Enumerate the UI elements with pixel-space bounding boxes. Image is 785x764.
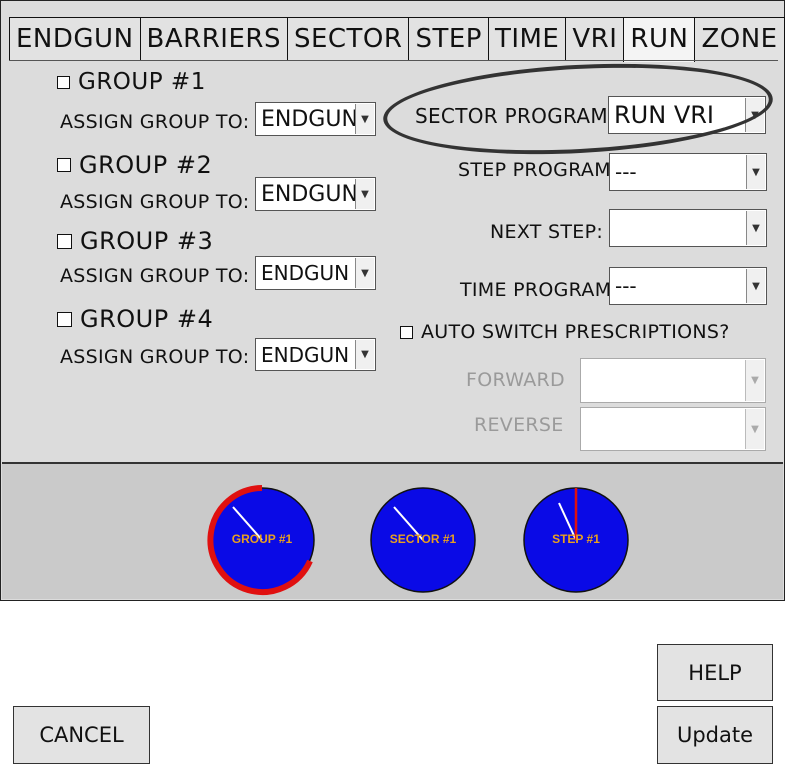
tab-zone[interactable]: ZONE	[694, 17, 785, 60]
tab-endgun[interactable]: ENDGUN	[9, 17, 141, 60]
sector-program-label: SECTOR PROGRAM:	[415, 104, 615, 128]
reverse-label: REVERSE	[474, 414, 564, 436]
run-settings-panel: ENDGUN BARRIERS SECTOR STEP TIME VRI RUN…	[0, 0, 785, 764]
tab-time[interactable]: TIME	[487, 17, 567, 60]
sector-program-value: RUN VRI	[614, 101, 714, 129]
time-program-value: ---	[615, 274, 637, 298]
group-3-assign-value: ENDGUN	[261, 261, 350, 285]
update-button[interactable]: Update	[657, 706, 773, 764]
group-4-checkbox[interactable]: GROUP #4	[57, 305, 213, 333]
tab-sector[interactable]: SECTOR	[286, 17, 410, 60]
reverse-select[interactable]: ▼	[580, 407, 766, 451]
checkbox-box	[57, 233, 72, 249]
next-step-label: NEXT STEP:	[490, 221, 604, 243]
forward-select[interactable]: ▼	[580, 358, 766, 403]
next-step-select[interactable]: ▼	[609, 209, 767, 247]
checkbox-box	[57, 311, 72, 327]
group-3-checkbox[interactable]: GROUP #3	[57, 227, 213, 255]
group-2-checkbox[interactable]: GROUP #2	[57, 151, 212, 179]
step-program-label: STEP PROGRAM:	[458, 159, 618, 181]
chevron-down-icon[interactable]: ▼	[746, 155, 765, 189]
chevron-down-icon[interactable]: ▼	[745, 409, 764, 449]
tab-bar: ENDGUN BARRIERS SECTOR STEP TIME VRI RUN…	[9, 17, 785, 62]
group-1-assign-value: ENDGUN	[261, 106, 358, 132]
chevron-down-icon[interactable]: ▼	[745, 98, 764, 132]
tab-vri[interactable]: VRI	[565, 17, 625, 60]
help-button[interactable]: HELP	[657, 644, 773, 701]
chevron-down-icon[interactable]: ▼	[745, 360, 764, 401]
group-3-assign-label: ASSIGN GROUP TO:	[60, 265, 250, 287]
group-2-assign-label: ASSIGN GROUP TO:	[60, 191, 250, 213]
group-1-assign-select[interactable]: ENDGUN ▼	[255, 102, 376, 136]
group-3-label: GROUP #3	[80, 227, 214, 255]
step-gauge[interactable]: STEP #1	[517, 481, 635, 599]
sector-gauge[interactable]: SECTOR #1	[364, 481, 482, 599]
group-4-assign-label: ASSIGN GROUP TO:	[60, 346, 250, 368]
chevron-down-icon[interactable]: ▼	[746, 211, 765, 245]
checkbox-box	[57, 158, 71, 172]
group-3-assign-select[interactable]: ENDGUN ▼	[255, 256, 376, 290]
checkbox-box	[57, 75, 70, 89]
sector-program-select[interactable]: RUN VRI ▼	[608, 96, 766, 134]
time-program-select[interactable]: --- ▼	[609, 267, 767, 305]
step-program-select[interactable]: --- ▼	[609, 153, 767, 191]
chevron-down-icon[interactable]: ▼	[355, 340, 374, 369]
group-4-label: GROUP #4	[80, 305, 214, 333]
group-4-assign-select[interactable]: ENDGUN ▼	[255, 338, 376, 371]
group-1-assign-label: ASSIGN GROUP TO:	[60, 111, 250, 133]
group-gauge-label: GROUP #1	[232, 532, 293, 546]
group-2-assign-value: ENDGUN	[261, 181, 358, 207]
group-gauge[interactable]: GROUP #1	[203, 481, 321, 599]
tab-barriers[interactable]: BARRIERS	[139, 17, 288, 60]
bottom-bar: CANCEL GROUP #1 SECTOR #1 STEP #1 HELP U…	[2, 462, 783, 764]
time-program-label: TIME PROGRAM:	[460, 279, 619, 301]
tab-divider	[9, 60, 778, 61]
checkbox-box	[400, 325, 413, 339]
cancel-button[interactable]: CANCEL	[13, 706, 150, 764]
group-4-assign-value: ENDGUN	[261, 342, 350, 367]
chevron-down-icon[interactable]: ▼	[355, 179, 374, 209]
auto-switch-checkbox[interactable]: AUTO SWITCH PRESCRIPTIONS?	[400, 321, 730, 343]
chevron-down-icon[interactable]: ▼	[746, 269, 765, 303]
chevron-down-icon[interactable]: ▼	[355, 258, 374, 288]
group-1-checkbox[interactable]: GROUP #1	[57, 69, 206, 95]
step-gauge-label: STEP #1	[552, 532, 600, 546]
step-program-value: ---	[615, 160, 637, 184]
chevron-down-icon[interactable]: ▼	[355, 104, 374, 134]
tab-run[interactable]: RUN	[623, 17, 696, 62]
sector-gauge-label: SECTOR #1	[390, 532, 457, 546]
group-2-label: GROUP #2	[79, 151, 213, 179]
forward-label: FORWARD	[466, 369, 565, 391]
group-1-label: GROUP #1	[78, 69, 206, 95]
auto-switch-label: AUTO SWITCH PRESCRIPTIONS?	[421, 321, 730, 343]
group-2-assign-select[interactable]: ENDGUN ▼	[255, 177, 376, 211]
tab-step[interactable]: STEP	[408, 17, 489, 60]
